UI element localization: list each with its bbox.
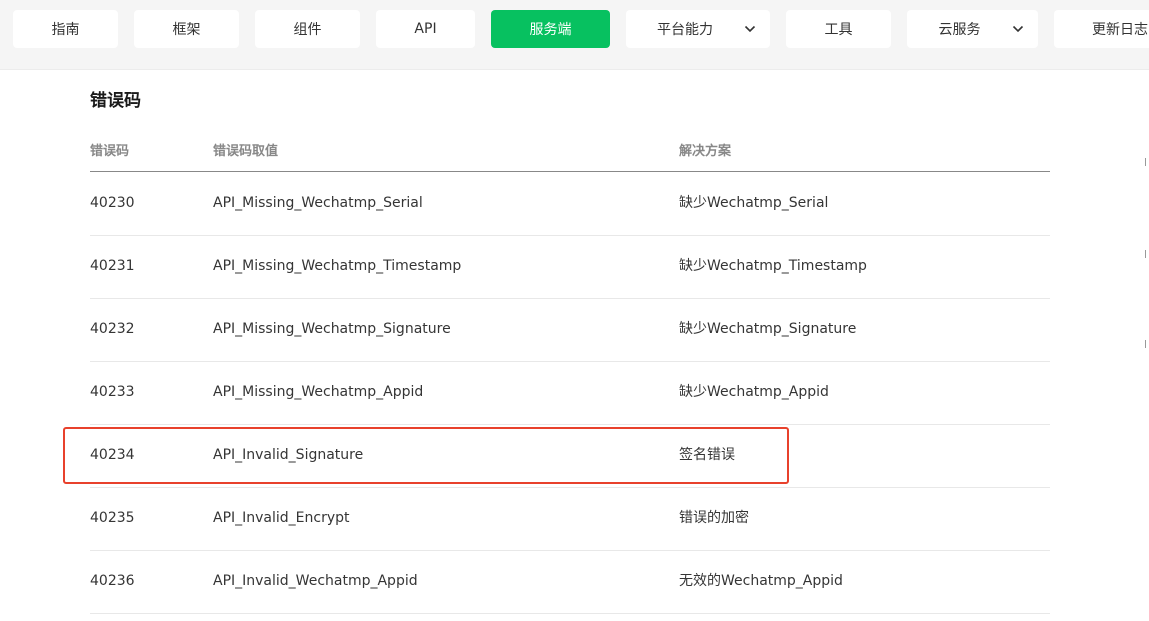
error-value-cell: API_Missing_Wechatmp_Serial <box>213 195 423 211</box>
nav-item-framework[interactable]: 框架 <box>134 10 239 48</box>
table-row: 40235 API_Invalid_Encrypt 错误的加密 <box>90 487 1050 551</box>
nav-item-label: 组件 <box>293 22 322 38</box>
table-row: 40232 API_Missing_Wechatmp_Signature 缺少W… <box>90 298 1050 362</box>
error-code-cell: 40236 <box>90 573 135 589</box>
error-code-cell: 40230 <box>90 195 135 211</box>
error-code-cell: 40235 <box>90 510 135 526</box>
outline-link-fragment[interactable] <box>1145 250 1149 260</box>
nav-item-components[interactable]: 组件 <box>255 10 360 48</box>
nav-item-platform-capabilities[interactable]: 平台能力 <box>626 10 770 48</box>
solution-cell: 缺少Wechatmp_Appid <box>679 384 829 400</box>
error-code-cell: 40234 <box>90 447 135 463</box>
nav-item-label: 框架 <box>172 22 201 38</box>
solution-cell: 缺少Wechatmp_Timestamp <box>679 258 867 274</box>
nav-item-label: 指南 <box>51 22 80 38</box>
error-value-cell: API_Missing_Wechatmp_Signature <box>213 321 451 337</box>
error-value-cell: API_Missing_Wechatmp_Timestamp <box>213 258 462 274</box>
table-row: 40233 API_Missing_Wechatmp_Appid 缺少Wecha… <box>90 361 1050 425</box>
outline-link-fragment[interactable] <box>1145 158 1149 168</box>
outline-link-fragment[interactable] <box>1145 340 1149 350</box>
chevron-down-icon <box>1012 23 1024 35</box>
error-code-cell: 40233 <box>90 384 135 400</box>
top-navigation-bar: 指南 框架 组件 API 服务端 平台能力 工具 云服务 更新日志 <box>0 0 1149 70</box>
nav-item-label: 更新日志 <box>1092 22 1148 38</box>
column-header-code: 错误码 <box>90 144 130 159</box>
solution-cell: 错误的加密 <box>679 510 749 526</box>
nav-item-label: 平台能力 <box>657 22 713 38</box>
solution-cell: 缺少Wechatmp_Signature <box>679 321 857 337</box>
error-code-cell: 40231 <box>90 258 135 274</box>
error-value-cell: API_Invalid_Wechatmp_Appid <box>213 573 418 589</box>
nav-item-guide[interactable]: 指南 <box>13 10 118 48</box>
solution-cell: 无效的Wechatmp_Appid <box>679 573 843 589</box>
nav-item-api[interactable]: API <box>376 10 475 48</box>
nav-item-label: API <box>414 21 437 37</box>
nav-item-tools[interactable]: 工具 <box>786 10 891 48</box>
nav-item-server[interactable]: 服务端 <box>491 10 610 48</box>
column-header-value: 错误码取值 <box>213 144 279 159</box>
nav-item-label: 服务端 <box>529 22 572 38</box>
error-value-cell: API_Missing_Wechatmp_Appid <box>213 384 424 400</box>
table-row-highlighted: 40234 API_Invalid_Signature 签名错误 <box>90 424 1050 488</box>
nav-item-label: 云服务 <box>938 22 981 38</box>
nav-item-label: 工具 <box>824 22 853 38</box>
solution-cell: 签名错误 <box>679 447 735 463</box>
solution-cell: 缺少Wechatmp_Serial <box>679 195 829 211</box>
table-row: 40231 API_Missing_Wechatmp_Timestamp 缺少W… <box>90 235 1050 299</box>
error-value-cell: API_Invalid_Encrypt <box>213 510 350 526</box>
nav-item-cloud-services[interactable]: 云服务 <box>907 10 1038 48</box>
error-value-cell: API_Invalid_Signature <box>213 447 364 463</box>
error-code-cell: 40232 <box>90 321 135 337</box>
nav-item-changelog[interactable]: 更新日志 <box>1054 10 1149 48</box>
section-title: 错误码 <box>90 91 141 111</box>
table-row: 40230 API_Missing_Wechatmp_Serial 缺少Wech… <box>90 172 1050 236</box>
table-row: 40236 API_Invalid_Wechatmp_Appid 无效的Wech… <box>90 550 1050 614</box>
column-header-solution: 解决方案 <box>679 144 732 159</box>
chevron-down-icon <box>744 23 756 35</box>
